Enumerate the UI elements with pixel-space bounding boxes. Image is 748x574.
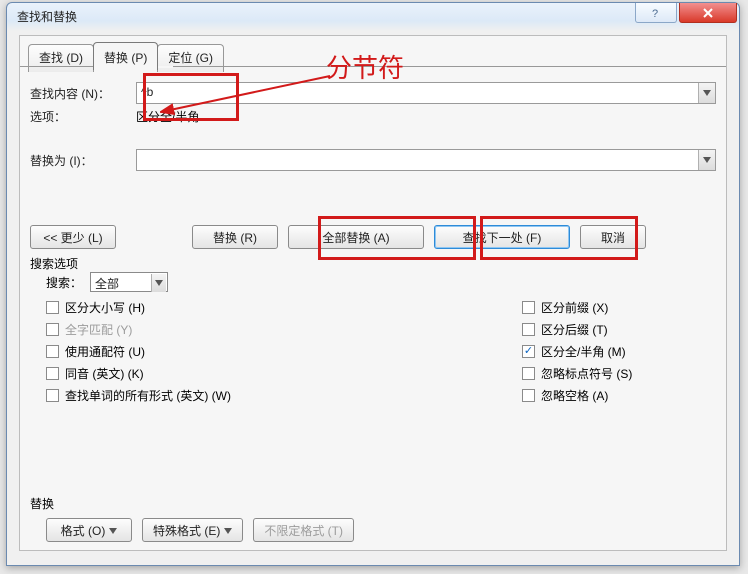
- format-button[interactable]: 格式 (O): [46, 518, 132, 542]
- replace-section-label: 替换: [30, 495, 716, 512]
- checkbox-row[interactable]: 区分后缀 (T): [506, 318, 716, 340]
- checkbox-label: 全字匹配 (Y): [65, 321, 132, 338]
- window-controls: ?: [635, 3, 737, 23]
- cancel-button-label: 取消: [601, 229, 625, 246]
- checkbox-label: 使用通配符 (U): [65, 343, 145, 360]
- checkbox-label: 查找单词的所有形式 (英文) (W): [65, 387, 231, 404]
- help-button[interactable]: ?: [635, 3, 677, 23]
- options-value: 区分全/半角: [136, 108, 199, 125]
- search-scope-combo[interactable]: 全部: [90, 272, 168, 292]
- checkbox-label: 区分全/半角 (M): [541, 343, 626, 360]
- checkbox[interactable]: [522, 367, 535, 380]
- checkbox-row[interactable]: 忽略标点符号 (S): [506, 362, 716, 384]
- replace-with-label: 替换为 (I)：: [30, 152, 136, 169]
- tab-find-label: 查找 (D): [39, 51, 83, 65]
- tab-strip: 查找 (D) 替换 (P) 定位 (G): [28, 44, 223, 72]
- chevron-down-icon: [224, 523, 232, 537]
- checkbox-row[interactable]: 区分全/半角 (M): [506, 340, 716, 362]
- find-what-label: 查找内容 (N)：: [30, 85, 136, 102]
- checkbox-row[interactable]: 同音 (英文) (K): [30, 362, 446, 384]
- checkbox[interactable]: [46, 389, 59, 402]
- button-row: << 更少 (L) 替换 (R) 全部替换 (A) 查找下一处 (F) 取消: [30, 225, 716, 249]
- checkbox[interactable]: [522, 345, 535, 358]
- replace-button-label: 替换 (R): [213, 229, 257, 246]
- checkbox-label: 同音 (英文) (K): [65, 365, 144, 382]
- checkbox-label: 忽略标点符号 (S): [541, 365, 632, 382]
- checkbox-row[interactable]: 区分前缀 (X): [506, 296, 716, 318]
- titlebar[interactable]: 查找和替换 ?: [7, 3, 739, 29]
- options-col-right: 区分前缀 (X) 区分后缀 (T) 区分全/半角 (M) 忽略标点符号 (S) 忽略空格…: [506, 296, 716, 406]
- noformat-button[interactable]: 不限定格式 (T): [253, 518, 354, 542]
- replace-with-dropdown[interactable]: [698, 150, 715, 170]
- less-button-label: << 更少 (L): [43, 229, 102, 246]
- special-button-label: 特殊格式 (E): [153, 522, 220, 539]
- checkbox-row[interactable]: 查找单词的所有形式 (英文) (W): [30, 384, 446, 406]
- checkbox[interactable]: [46, 301, 59, 314]
- replace-button[interactable]: 替换 (R): [192, 225, 278, 249]
- tab-find[interactable]: 查找 (D): [28, 44, 94, 72]
- find-next-button[interactable]: 查找下一处 (F): [434, 225, 570, 249]
- checkbox-row[interactable]: 全字匹配 (Y): [30, 318, 446, 340]
- checkbox[interactable]: [46, 323, 59, 336]
- find-replace-window: 查找和替换 ? 查找 (D) 替换 (P) 定位 (G) 查找内容 (N)： ^: [6, 2, 740, 566]
- replace-all-button-label: 全部替换 (A): [322, 229, 389, 246]
- replace-with-input[interactable]: [136, 149, 716, 171]
- checkbox-label: 忽略空格 (A): [541, 387, 608, 404]
- checkbox[interactable]: [46, 367, 59, 380]
- search-scope-label: 搜索：: [46, 274, 82, 291]
- checkbox-label: 区分后缀 (T): [541, 321, 608, 338]
- checkbox[interactable]: [522, 323, 535, 336]
- find-next-button-label: 查找下一处 (F): [463, 229, 542, 246]
- checkbox-row[interactable]: 使用通配符 (U): [30, 340, 446, 362]
- checkbox-row[interactable]: 区分大小写 (H): [30, 296, 446, 318]
- search-options-label: 搜索选项: [30, 255, 716, 272]
- less-button[interactable]: << 更少 (L): [30, 225, 116, 249]
- find-what-value: ^b: [141, 85, 153, 99]
- tab-replace-label: 替换 (P): [104, 51, 147, 65]
- find-what-input[interactable]: ^b: [136, 82, 716, 104]
- replace-all-button[interactable]: 全部替换 (A): [288, 225, 424, 249]
- checkbox[interactable]: [46, 345, 59, 358]
- chevron-down-icon: [109, 523, 117, 537]
- search-scope-value: 全部: [95, 275, 119, 292]
- checkbox-row[interactable]: 忽略空格 (A): [506, 384, 716, 406]
- search-scope-dropdown[interactable]: [151, 274, 166, 292]
- options-label: 选项：: [30, 108, 136, 125]
- noformat-button-label: 不限定格式 (T): [264, 522, 343, 539]
- dialog-client: 查找 (D) 替换 (P) 定位 (G) 查找内容 (N)： ^b: [19, 35, 727, 551]
- svg-text:?: ?: [652, 8, 658, 19]
- options-grid: 区分大小写 (H) 全字匹配 (Y) 使用通配符 (U) 同音 (英文) (K) 查找单…: [30, 296, 716, 406]
- window-title: 查找和替换: [17, 8, 77, 25]
- checkbox[interactable]: [522, 301, 535, 314]
- checkbox-label: 区分大小写 (H): [65, 299, 145, 316]
- format-button-label: 格式 (O): [61, 522, 106, 539]
- close-button[interactable]: [679, 3, 737, 23]
- special-button[interactable]: 特殊格式 (E): [142, 518, 243, 542]
- checkbox-label: 区分前缀 (X): [541, 299, 608, 316]
- form-area: 查找内容 (N)： ^b 选项： 区分全/半角 替换为 (I)：: [30, 82, 716, 406]
- cancel-button[interactable]: 取消: [580, 225, 646, 249]
- tab-replace[interactable]: 替换 (P): [93, 42, 158, 70]
- options-col-left: 区分大小写 (H) 全字匹配 (Y) 使用通配符 (U) 同音 (英文) (K) 查找单…: [30, 296, 446, 406]
- replace-format-section: 替换 格式 (O) 特殊格式 (E) 不限定格式 (T): [30, 495, 716, 542]
- find-what-dropdown[interactable]: [698, 83, 715, 103]
- checkbox[interactable]: [522, 389, 535, 402]
- tab-goto-label: 定位 (G): [168, 51, 213, 65]
